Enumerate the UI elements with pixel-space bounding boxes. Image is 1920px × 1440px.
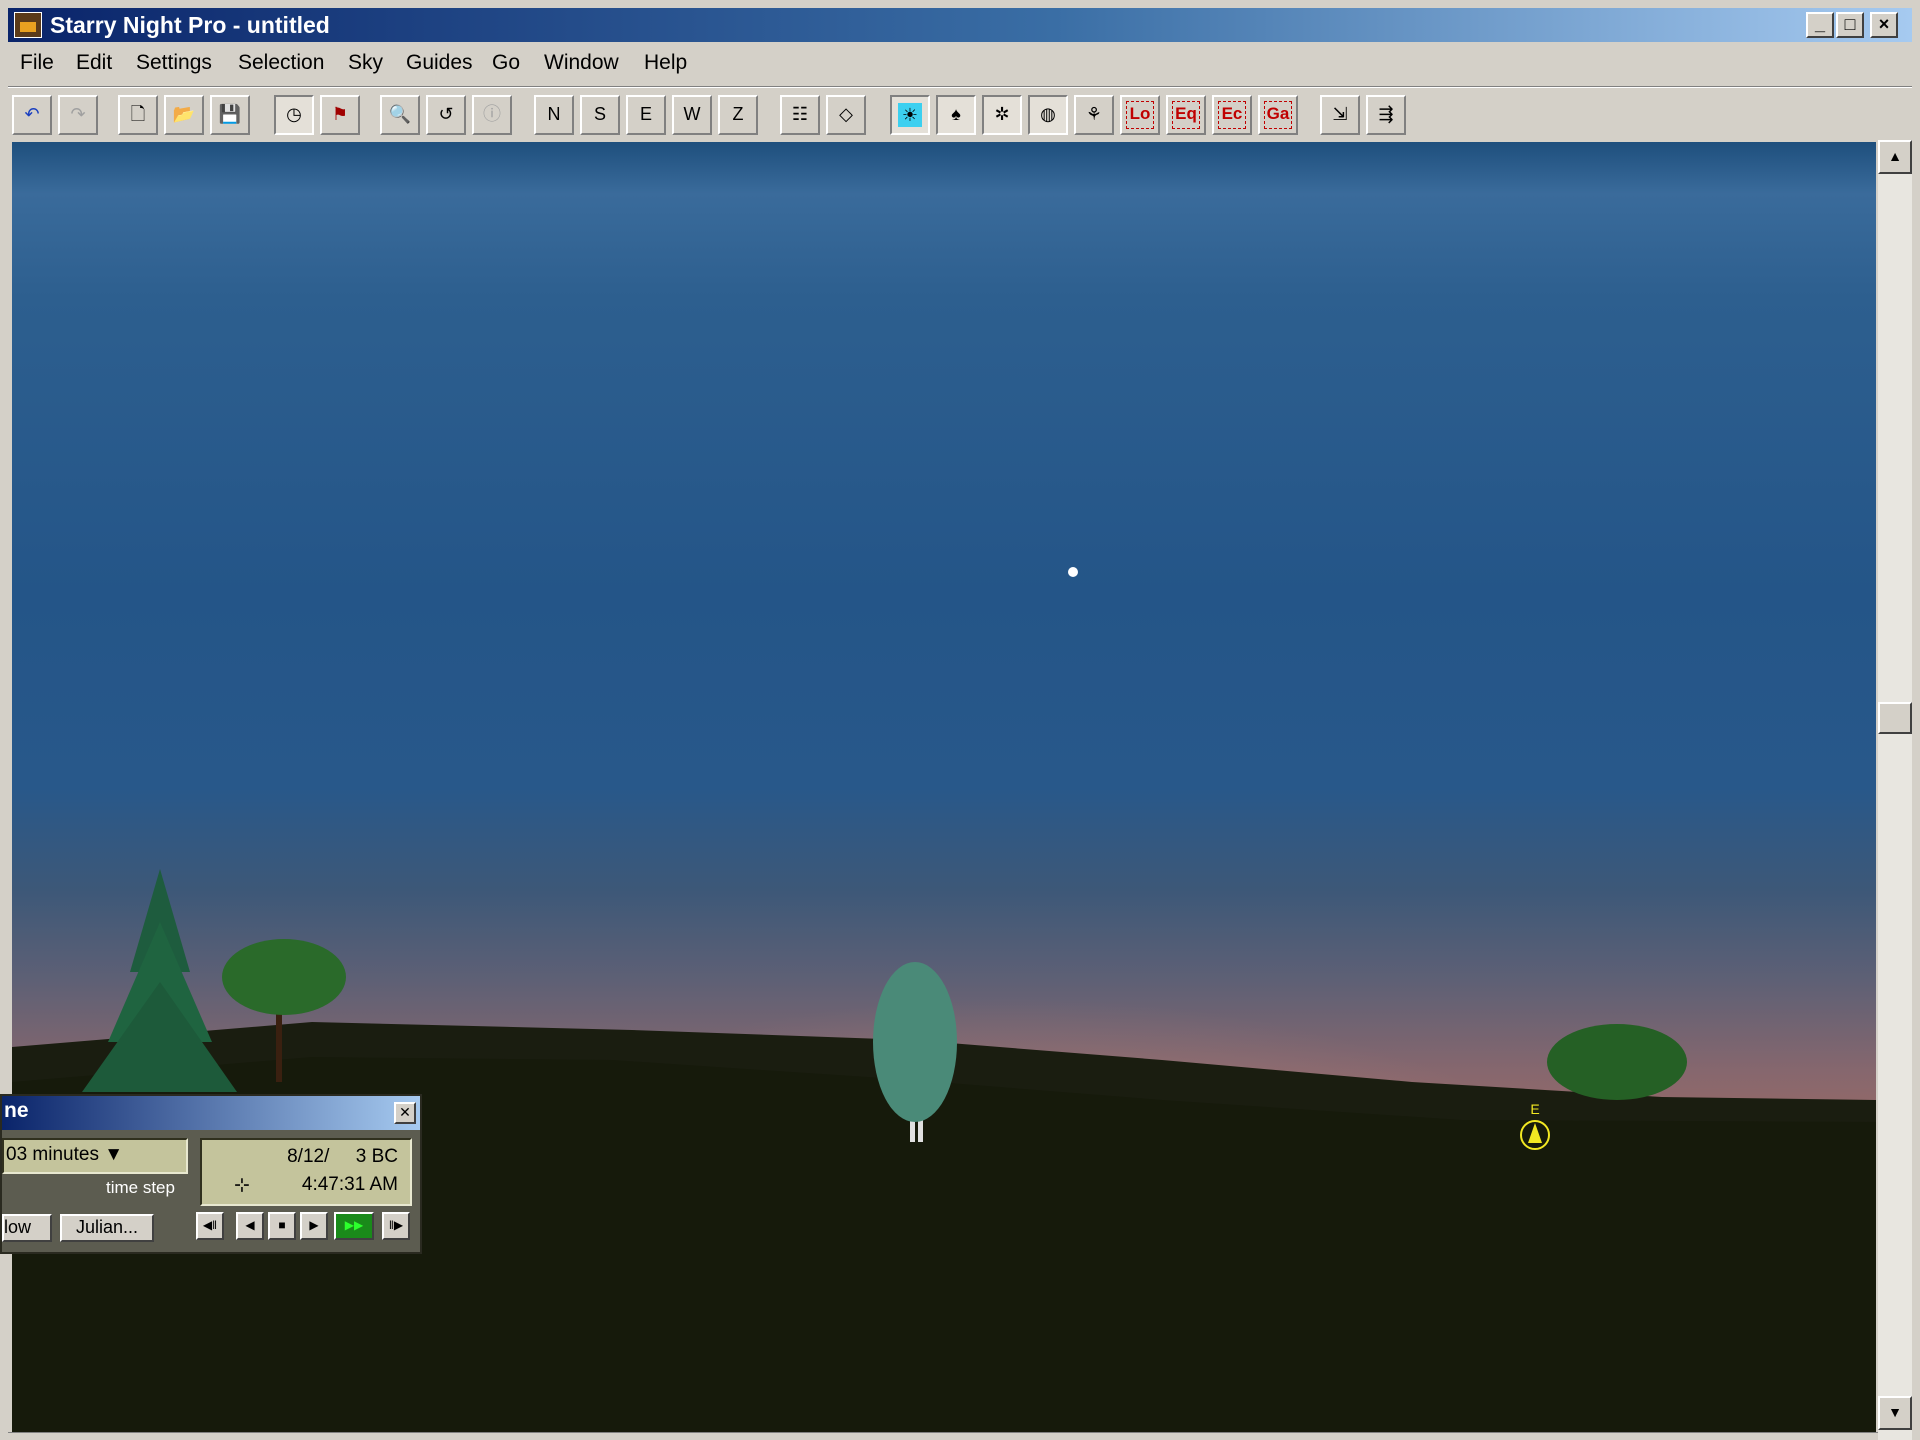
redo-icon[interactable]: ↷ bbox=[58, 95, 98, 135]
new-file-icon[interactable]: 🗋 bbox=[118, 95, 158, 135]
step-back-icon[interactable]: ◀‖ bbox=[196, 1212, 224, 1240]
scroll-up-button[interactable]: ▲ bbox=[1878, 140, 1912, 174]
step-forward-icon[interactable]: ‖▶ bbox=[382, 1212, 410, 1240]
app-icon[interactable] bbox=[14, 12, 42, 38]
julian-button[interactable]: Julian... bbox=[60, 1214, 154, 1242]
local-grid-icon[interactable]: Lo bbox=[1120, 95, 1160, 135]
galactic-grid-icon[interactable]: Ga bbox=[1258, 95, 1298, 135]
look-east-icon[interactable]: E bbox=[626, 95, 666, 135]
play-icon[interactable]: ▶ bbox=[300, 1212, 328, 1240]
menu-sky[interactable]: Sky bbox=[348, 51, 383, 75]
palette-title-bar[interactable]: ne ✕ bbox=[2, 1096, 420, 1130]
look-zenith-icon[interactable]: Z bbox=[718, 95, 758, 135]
constellations-icon[interactable]: ⚘ bbox=[1074, 95, 1114, 135]
toolbar: ↶ ↷ 🗋 📂 💾 ◷ ⚑ 🔍 ↺ ⓘ N S E W Z ☷ ◇ ☀ ♠ ✲ … bbox=[8, 86, 1912, 141]
time-palette: ne ✕ 03 minutes ▼ time step 8/12/ 3 BC ⊹… bbox=[0, 1094, 422, 1254]
planets-icon[interactable]: ◍ bbox=[1028, 95, 1068, 135]
save-icon[interactable]: 💾 bbox=[210, 95, 250, 135]
flag-icon[interactable]: ⚑ bbox=[320, 95, 360, 135]
now-button[interactable]: low bbox=[2, 1214, 52, 1242]
menu-file[interactable]: File bbox=[20, 51, 54, 75]
look-north-icon[interactable]: N bbox=[534, 95, 574, 135]
maximize-button[interactable]: □ bbox=[1836, 12, 1864, 38]
zoom-icon[interactable]: ⇶ bbox=[1366, 95, 1406, 135]
time-step-value: 03 minutes bbox=[6, 1144, 99, 1165]
compass-label: E bbox=[1530, 1101, 1539, 1117]
vertical-scrollbar[interactable]: ▲ ▼ bbox=[1878, 140, 1912, 1440]
time-value: 4:47:31 AM bbox=[301, 1174, 398, 1195]
ecliptic-grid-icon[interactable]: Ec bbox=[1212, 95, 1252, 135]
fast-forward-icon[interactable]: ▶▶ bbox=[334, 1212, 374, 1240]
palette-close-button[interactable]: ✕ bbox=[394, 1102, 416, 1124]
stop-icon[interactable]: ■ bbox=[268, 1212, 296, 1240]
sun-icon: ⊹ bbox=[234, 1175, 250, 1196]
flip-icon[interactable]: ⇲ bbox=[1320, 95, 1360, 135]
horizontal-scrollbar[interactable] bbox=[8, 1432, 1878, 1440]
menu-window[interactable]: Window bbox=[544, 51, 619, 75]
menu-bar: File Edit Settings Selection Sky Guides … bbox=[8, 44, 1912, 82]
look-west-icon[interactable]: W bbox=[672, 95, 712, 135]
scroll-down-button[interactable]: ▼ bbox=[1878, 1396, 1912, 1430]
app-window: Starry Night Pro - untitled _ □ × File E… bbox=[0, 0, 1920, 1440]
date-value: 8/12/ 3 BC bbox=[287, 1146, 398, 1167]
undo-icon[interactable]: ↶ bbox=[12, 95, 52, 135]
oak-tree bbox=[1547, 1024, 1687, 1100]
horizon-icon[interactable]: ♠ bbox=[936, 95, 976, 135]
target-icon[interactable]: ◇ bbox=[826, 95, 866, 135]
window-title: Starry Night Pro - untitled bbox=[50, 12, 330, 38]
menu-edit[interactable]: Edit bbox=[76, 51, 112, 75]
date-time-display[interactable]: 8/12/ 3 BC ⊹ 4:47:31 AM bbox=[200, 1138, 412, 1206]
title-bar: Starry Night Pro - untitled _ □ × bbox=[8, 8, 1912, 42]
palette-title: ne bbox=[4, 1099, 29, 1122]
minimize-button[interactable]: _ bbox=[1806, 12, 1834, 38]
time-step-label: time step bbox=[106, 1178, 175, 1197]
time-step-dropdown[interactable]: 03 minutes ▼ bbox=[2, 1138, 188, 1174]
menu-go[interactable]: Go bbox=[492, 51, 520, 75]
look-south-icon[interactable]: S bbox=[580, 95, 620, 135]
equatorial-grid-icon[interactable]: Eq bbox=[1166, 95, 1206, 135]
menu-settings[interactable]: Settings bbox=[136, 51, 212, 75]
daylight-icon[interactable]: ☀ bbox=[890, 95, 930, 135]
chevron-down-icon: ▼ bbox=[104, 1144, 124, 1165]
stars-icon[interactable]: ✲ bbox=[982, 95, 1022, 135]
menu-selection[interactable]: Selection bbox=[238, 51, 324, 75]
center-icon[interactable]: ↺ bbox=[426, 95, 466, 135]
open-folder-icon[interactable]: 📂 bbox=[164, 95, 204, 135]
menu-help[interactable]: Help bbox=[644, 51, 687, 75]
menu-guides[interactable]: Guides bbox=[406, 51, 473, 75]
bright-planet[interactable] bbox=[1068, 567, 1078, 577]
clock-icon[interactable]: ◷ bbox=[274, 95, 314, 135]
reverse-icon[interactable]: ◀ bbox=[236, 1212, 264, 1240]
close-button[interactable]: × bbox=[1870, 12, 1898, 38]
scroll-thumb[interactable] bbox=[1878, 702, 1912, 734]
info-icon[interactable]: ⓘ bbox=[472, 95, 512, 135]
find-icon[interactable]: 🔍 bbox=[380, 95, 420, 135]
options-icon[interactable]: ☷ bbox=[780, 95, 820, 135]
